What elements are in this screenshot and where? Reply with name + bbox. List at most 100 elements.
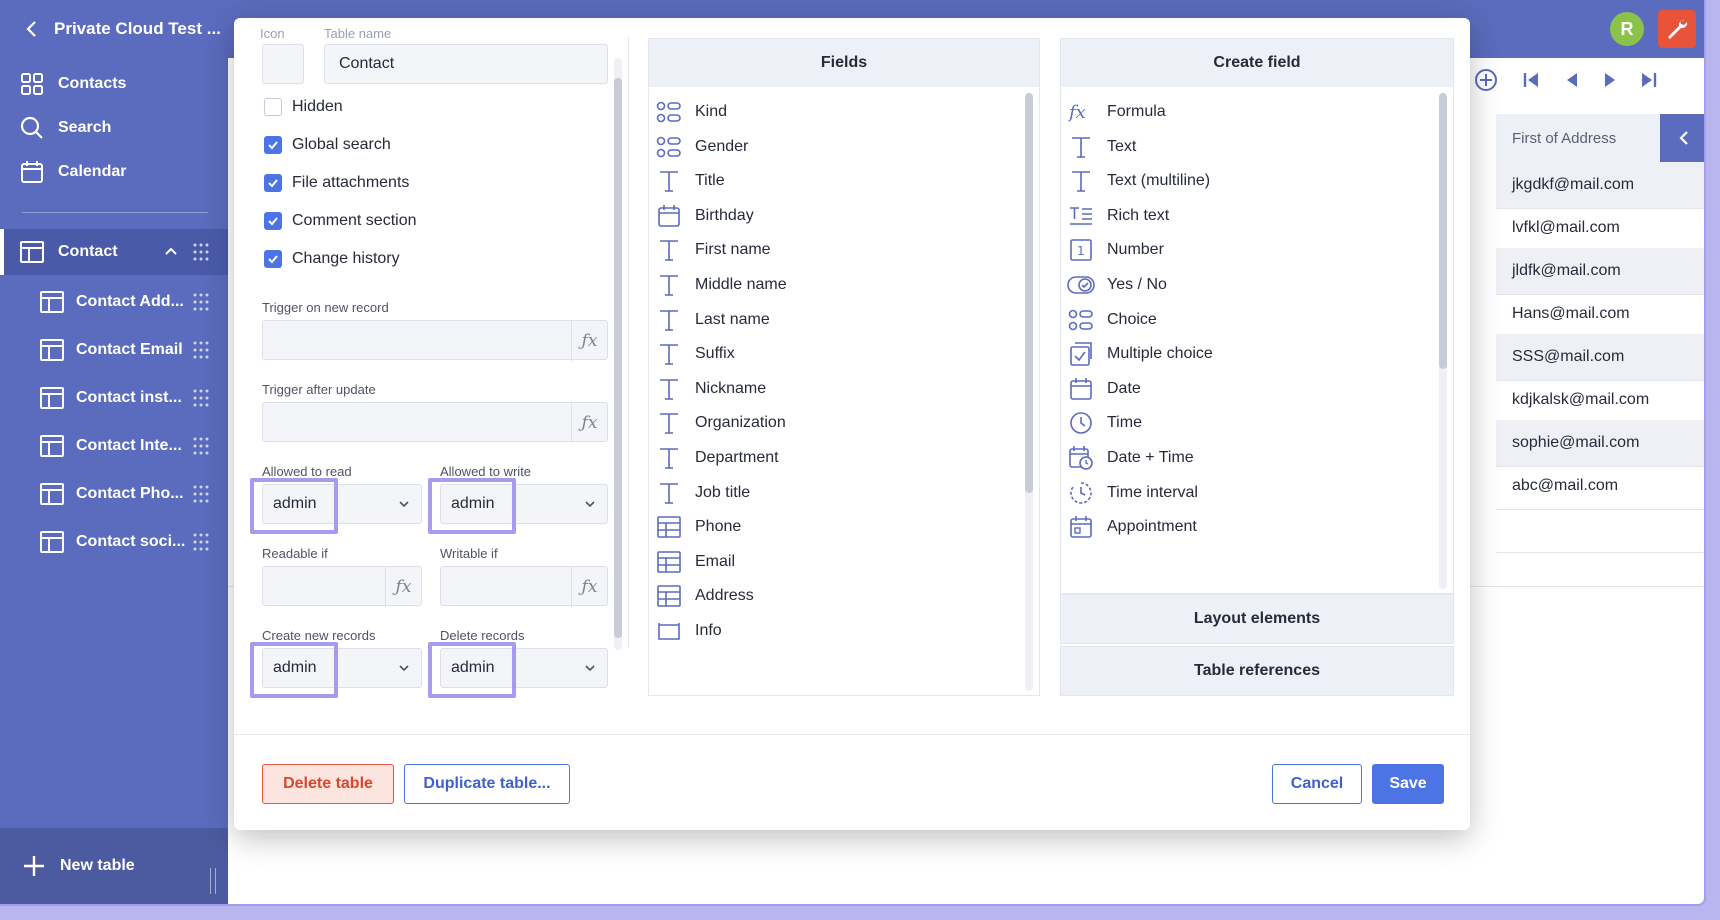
drag-handle-icon[interactable] [192, 292, 210, 312]
field-item[interactable]: Time [1067, 404, 1142, 442]
field-item[interactable]: 1 Number [1067, 231, 1164, 269]
table-cell[interactable] [1496, 506, 1704, 553]
delete-table-button[interactable]: Delete table [262, 764, 394, 804]
wrench-button[interactable] [1658, 10, 1696, 48]
trigger-update-input[interactable]: ƒx [262, 402, 608, 443]
sidebar-table-contact-soci[interactable]: Contact soci... [0, 519, 228, 565]
formula-icon[interactable]: ƒx [385, 567, 421, 607]
field-item[interactable]: Text [1067, 128, 1136, 166]
checkbox[interactable] [264, 98, 282, 116]
field-item[interactable]: Department [655, 439, 779, 477]
field-item[interactable]: Phone [655, 508, 741, 546]
scrollbar-thumb[interactable] [614, 78, 622, 638]
create-field-scrollbar[interactable] [1439, 93, 1447, 589]
field-item[interactable]: Date [1067, 370, 1141, 408]
change-history-checkbox[interactable]: Change history [264, 250, 400, 268]
field-item[interactable]: Nickname [655, 370, 766, 408]
comment-section-checkbox[interactable]: Comment section [264, 212, 417, 230]
first-page-icon[interactable] [1522, 70, 1542, 90]
hidden-checkbox[interactable]: Hidden [264, 98, 343, 116]
global-search-checkbox[interactable]: Global search [264, 136, 391, 154]
field-item[interactable]: Info [655, 612, 722, 650]
create-records-select[interactable]: admin [262, 648, 422, 688]
field-item[interactable]: Date + Time [1067, 439, 1194, 477]
table-cell[interactable]: sophie@mail.com [1496, 420, 1704, 467]
drag-handle-icon[interactable] [192, 340, 210, 360]
chevron-left-icon[interactable] [22, 19, 42, 39]
next-page-icon[interactable] [1600, 70, 1620, 90]
add-circle-icon[interactable] [1474, 68, 1498, 92]
field-item[interactable]: Appointment [1067, 508, 1197, 546]
checkbox[interactable] [264, 136, 282, 154]
table-name-input[interactable]: Contact [324, 44, 608, 84]
field-item[interactable]: Organization [655, 404, 786, 442]
readable-if-input[interactable]: ƒx [262, 566, 422, 607]
fields-scrollbar[interactable] [1025, 93, 1033, 691]
field-item[interactable]: Birthday [655, 197, 754, 235]
last-page-icon[interactable] [1638, 70, 1658, 90]
sidebar-table-contact-pho[interactable]: Contact Pho... [0, 471, 228, 517]
field-item[interactable]: Multiple choice [1067, 335, 1213, 373]
collapse-panel-button[interactable] [1660, 114, 1704, 162]
app-title-bar[interactable]: Private Cloud Test ... [0, 0, 228, 58]
checkbox[interactable] [264, 212, 282, 230]
field-item[interactable]: Middle name [655, 266, 787, 304]
field-item[interactable]: Yes / No [1067, 266, 1167, 304]
drag-handle-icon[interactable] [192, 532, 210, 552]
field-item[interactable]: Suffix [655, 335, 735, 373]
trigger-new-input[interactable]: ƒx [262, 320, 608, 361]
field-item[interactable]: Rich text [1067, 197, 1169, 235]
formula-icon[interactable]: ƒx [571, 403, 607, 443]
checkbox[interactable] [264, 174, 282, 192]
drag-handle-icon[interactable] [192, 436, 210, 456]
new-table-button[interactable]: New table [0, 828, 228, 904]
prev-page-icon[interactable] [1562, 70, 1582, 90]
sidebar-table-contact-address[interactable]: Contact Add... [0, 279, 228, 325]
table-cell[interactable]: Hans@mail.com [1496, 291, 1704, 338]
avatar[interactable]: R [1610, 12, 1644, 46]
field-item[interactable]: First name [655, 231, 771, 269]
table-cell[interactable]: kdjkalsk@mail.com [1496, 377, 1704, 424]
layout-elements-section[interactable]: Layout elements [1060, 594, 1454, 644]
table-cell[interactable]: SSS@mail.com [1496, 334, 1704, 381]
field-item[interactable]: Time interval [1067, 474, 1198, 512]
settings-scrollbar[interactable] [614, 58, 622, 650]
table-cell[interactable]: jkgdkf@mail.com [1496, 162, 1704, 209]
field-item[interactable]: Kind [655, 93, 727, 131]
allowed-write-select[interactable]: admin [440, 484, 608, 524]
file-attachments-checkbox[interactable]: File attachments [264, 174, 409, 192]
writable-if-input[interactable]: ƒx [440, 566, 608, 607]
scrollbar-thumb[interactable] [1025, 93, 1033, 493]
drag-handle-icon[interactable] [192, 388, 210, 408]
formula-icon[interactable]: ƒx [571, 567, 607, 607]
delete-records-select[interactable]: admin [440, 648, 608, 688]
field-item[interactable]: Job title [655, 474, 750, 512]
field-item[interactable]: Gender [655, 128, 748, 166]
table-references-section[interactable]: Table references [1060, 646, 1454, 696]
sidebar-table-contact-inte[interactable]: Contact Inte... [0, 423, 228, 469]
drag-handle-icon[interactable] [192, 484, 210, 504]
cancel-button[interactable]: Cancel [1272, 764, 1362, 804]
allowed-read-select[interactable]: admin [262, 484, 422, 524]
scrollbar-thumb[interactable] [1439, 93, 1447, 369]
icon-picker[interactable] [262, 44, 304, 84]
checkbox[interactable] [264, 250, 282, 268]
nav-search[interactable]: Search [0, 106, 228, 150]
field-item[interactable]: Choice [1067, 301, 1157, 339]
drag-handle-icon[interactable] [192, 242, 210, 262]
save-button[interactable]: Save [1372, 764, 1444, 804]
nav-calendar[interactable]: Calendar [0, 150, 228, 194]
sidebar-table-contact-email[interactable]: Contact Email [0, 327, 228, 373]
nav-contacts[interactable]: Contacts [0, 62, 228, 106]
formula-icon[interactable]: ƒx [571, 321, 607, 361]
field-item[interactable]: Address [655, 577, 754, 615]
resize-grip[interactable] [210, 868, 216, 894]
field-item[interactable]: Title [655, 162, 725, 200]
duplicate-table-button[interactable]: Duplicate table... [404, 764, 570, 804]
chevron-up-icon[interactable] [164, 245, 178, 259]
sidebar-table-contact[interactable]: Contact [0, 229, 228, 275]
sidebar-table-contact-inst[interactable]: Contact inst... [0, 375, 228, 421]
field-item[interactable]: Email [655, 543, 735, 581]
field-item[interactable]: Last name [655, 301, 770, 339]
field-item[interactable]: ƒx Formula [1067, 93, 1166, 131]
